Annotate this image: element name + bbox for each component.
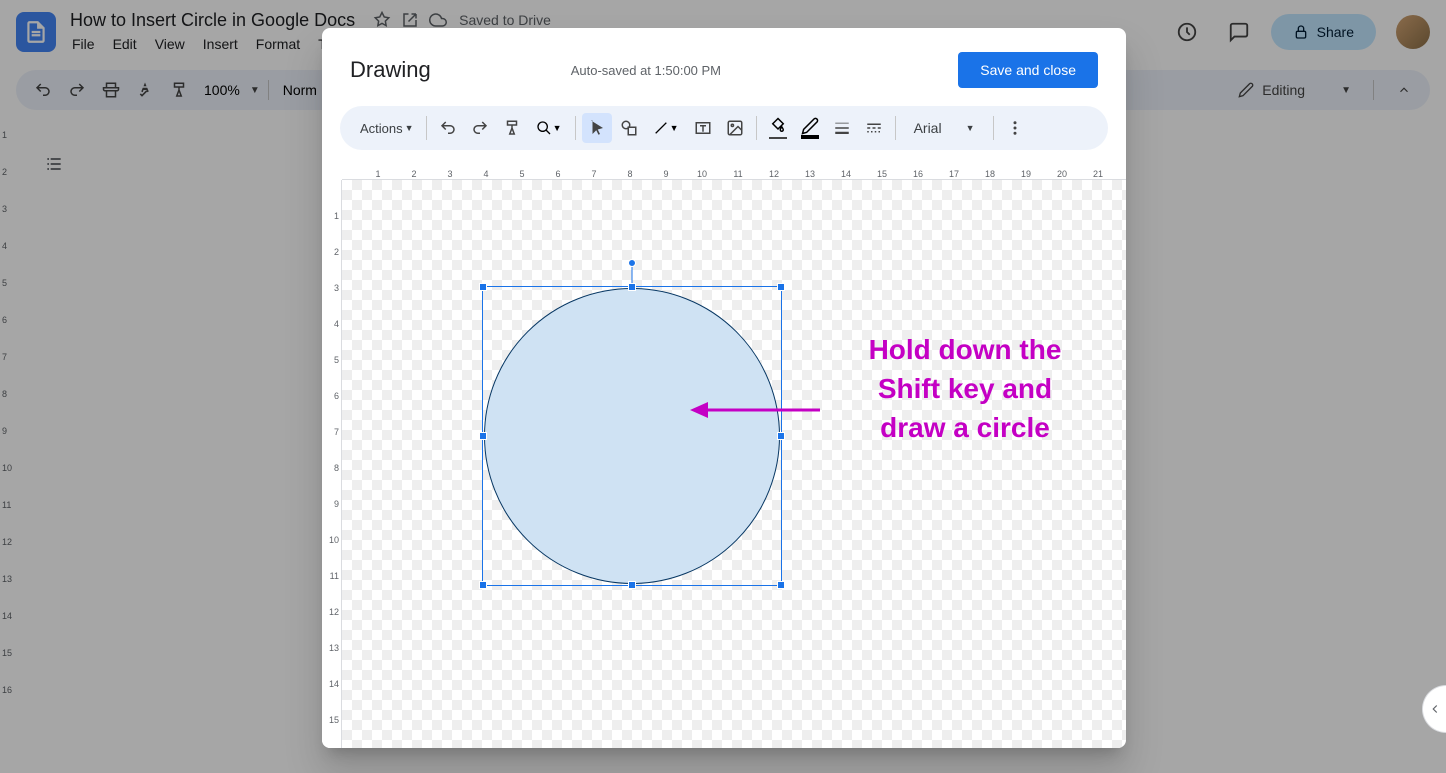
resize-handle-w[interactable] bbox=[479, 432, 487, 440]
annotation-arrow bbox=[690, 395, 830, 425]
line-tool-button[interactable]: ▼ bbox=[646, 120, 686, 136]
fill-color-button[interactable] bbox=[763, 113, 793, 143]
resize-handle-n[interactable] bbox=[628, 283, 636, 291]
image-tool-button[interactable] bbox=[720, 113, 750, 143]
annotation-text: Hold down the Shift key and draw a circl… bbox=[830, 330, 1100, 448]
select-tool-button[interactable] bbox=[582, 113, 612, 143]
resize-handle-se[interactable] bbox=[777, 581, 785, 589]
more-options-button[interactable] bbox=[1000, 113, 1030, 143]
redo-button[interactable] bbox=[465, 113, 495, 143]
resize-handle-ne[interactable] bbox=[777, 283, 785, 291]
selection-box[interactable] bbox=[482, 286, 782, 586]
resize-handle-sw[interactable] bbox=[479, 581, 487, 589]
canvas-ruler-horizontal: 1 2 3 4 5 6 7 8 9 10 11 12 13 14 15 16 1 bbox=[342, 160, 1126, 180]
resize-handle-e[interactable] bbox=[777, 432, 785, 440]
font-select[interactable]: Arial ▼ bbox=[902, 120, 987, 136]
canvas-ruler-vertical: 1 2 3 4 5 6 7 8 9 10 11 12 13 14 15 bbox=[322, 180, 342, 748]
resize-handle-nw[interactable] bbox=[479, 283, 487, 291]
drawing-canvas-area: 1 2 3 4 5 6 7 8 9 10 11 12 13 14 15 16 1 bbox=[322, 160, 1126, 748]
drawing-toolbar: Actions ▼ ▼ ▼ Arial ▼ bbox=[340, 106, 1108, 150]
rotation-handle[interactable] bbox=[628, 259, 636, 267]
textbox-tool-button[interactable] bbox=[688, 113, 718, 143]
autosave-status: Auto-saved at 1:50:00 PM bbox=[571, 63, 959, 78]
modal-title: Drawing bbox=[350, 57, 431, 83]
shape-tool-button[interactable] bbox=[614, 113, 644, 143]
undo-button[interactable] bbox=[433, 113, 463, 143]
save-and-close-button[interactable]: Save and close bbox=[958, 52, 1098, 88]
drawing-canvas[interactable] bbox=[342, 180, 1126, 748]
zoom-button[interactable]: ▼ bbox=[529, 120, 569, 136]
resize-handle-s[interactable] bbox=[628, 581, 636, 589]
border-dash-button[interactable] bbox=[859, 113, 889, 143]
border-color-button[interactable] bbox=[795, 113, 825, 143]
actions-menu-button[interactable]: Actions ▼ bbox=[350, 117, 420, 140]
paint-format-button[interactable] bbox=[497, 113, 527, 143]
border-weight-button[interactable] bbox=[827, 113, 857, 143]
